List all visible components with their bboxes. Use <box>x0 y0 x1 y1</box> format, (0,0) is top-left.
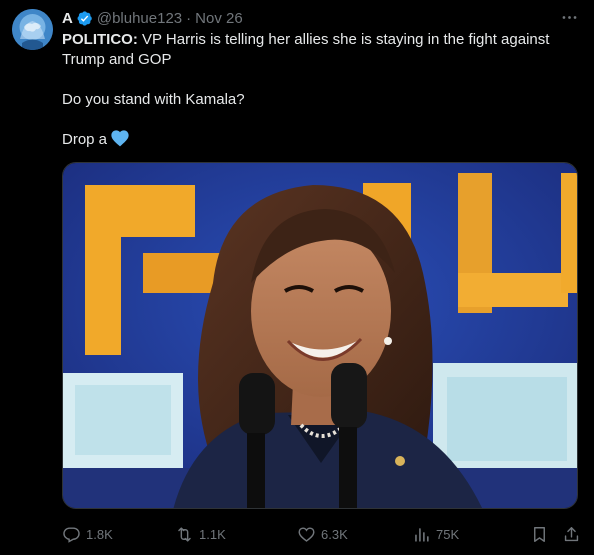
tweet[interactable]: A @bluhue123 · Nov 26 POLITICO: VP Harri… <box>0 0 594 555</box>
tweet-header: A @bluhue123 · Nov 26 <box>62 8 243 28</box>
tweet-question: Do you stand with Kamala? <box>62 91 245 108</box>
reply-count: 1.8K <box>86 526 113 542</box>
user-handle[interactable]: @bluhue123 <box>97 10 182 27</box>
avatar[interactable] <box>12 9 53 50</box>
drop-text: Drop a <box>62 131 108 148</box>
share-icon <box>564 526 579 541</box>
display-name[interactable]: A <box>62 10 73 27</box>
action-bar: 1.8K 1.1K 6.3K 75K <box>62 524 582 544</box>
bookmark-button[interactable] <box>530 524 549 544</box>
like-button[interactable]: 6.3K <box>297 524 348 544</box>
reply-icon <box>63 526 80 543</box>
tweet-date[interactable]: Nov 26 <box>195 10 243 27</box>
tweet-photo[interactable] <box>62 162 578 509</box>
retweet-icon <box>178 526 191 542</box>
views-count: 75K <box>436 526 460 542</box>
reply-button[interactable]: 1.8K <box>62 524 113 544</box>
bookmark-icon <box>534 526 545 542</box>
tweet-cta: Drop a <box>62 130 567 150</box>
views-button[interactable]: 75K <box>412 524 459 544</box>
tweet-headline: POLITICO: VP Harris is telling her allie… <box>62 30 567 70</box>
tweet-text: POLITICO: VP Harris is telling her allie… <box>62 30 567 150</box>
views-bar-chart-icon <box>415 527 429 542</box>
heart-icon <box>298 526 315 542</box>
retweet-count: 1.1K <box>199 526 226 542</box>
blue-heart-icon <box>111 130 129 147</box>
like-count: 6.3K <box>321 526 348 542</box>
verified-badge-icon <box>76 10 93 27</box>
source-label: POLITICO: <box>62 31 138 48</box>
more-dots-icon[interactable] <box>558 6 580 28</box>
retweet-button[interactable]: 1.1K <box>175 524 226 544</box>
separator-dot: · <box>186 9 192 27</box>
share-button[interactable] <box>562 524 581 544</box>
